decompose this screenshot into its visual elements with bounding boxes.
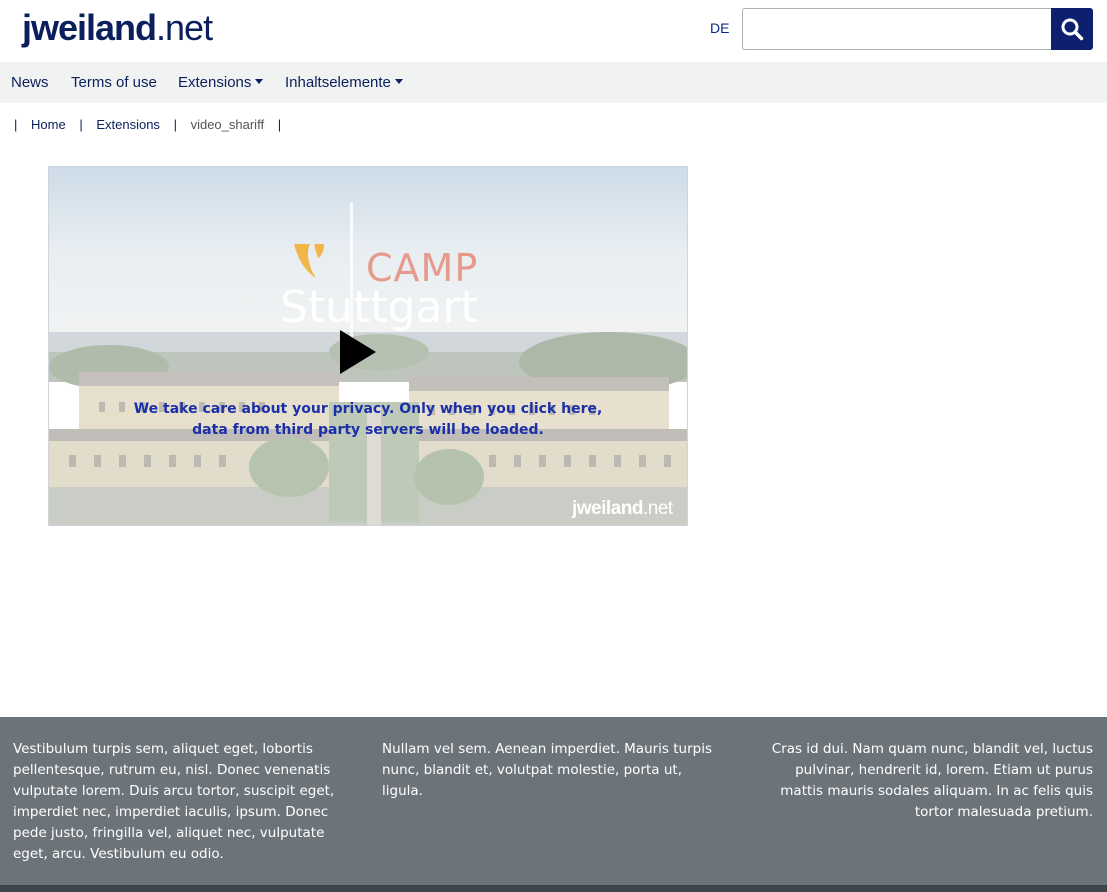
chevron-down-icon: [255, 79, 264, 84]
privacy-line-1: We take care about your privacy. Only wh…: [133, 401, 603, 417]
video-watermark: jweiland.net: [572, 498, 673, 520]
stuttgart-title: Stuttgart: [280, 282, 478, 333]
footer-column-3: Cras id dui. Nam quam nunc, blandit vel,…: [771, 741, 1093, 820]
play-icon[interactable]: [338, 328, 378, 376]
nav-item-label: News: [11, 74, 49, 91]
breadcrumb-extensions[interactable]: Extensions: [96, 117, 160, 132]
watermark-main: jweiland: [572, 498, 643, 519]
logo-main: jweiland: [22, 7, 157, 48]
privacy-line-2: data from third party servers will be lo…: [192, 422, 544, 438]
search-button[interactable]: [1051, 8, 1093, 50]
breadcrumb-separator: |: [14, 117, 18, 132]
breadcrumb-separator: |: [173, 117, 177, 132]
nav-item-label: Extensions: [178, 74, 252, 91]
nav-item-inhaltselemente[interactable]: Inhaltselemente: [285, 74, 403, 91]
site-logo[interactable]: jweiland.net: [22, 6, 213, 50]
search-icon: [1061, 18, 1084, 41]
typo3-logo-icon: [294, 244, 324, 278]
footer-bottom-bar: [0, 885, 1107, 892]
breadcrumb: | Home | Extensions | video_shariff |: [14, 117, 291, 132]
nav-item-news[interactable]: News: [11, 74, 49, 91]
main-navigation: News Terms of use Extensions Inhaltselem…: [0, 62, 1107, 103]
privacy-notice[interactable]: We take care about your privacy. Only wh…: [48, 399, 688, 441]
chevron-down-icon: [394, 79, 403, 84]
nav-item-label: Inhaltselemente: [285, 74, 391, 91]
site-header: jweiland.net DE: [0, 0, 1107, 62]
breadcrumb-separator: |: [277, 117, 282, 132]
footer-column-1: Vestibulum turpis sem, aliquet eget, lob…: [13, 741, 335, 862]
footer-column-2: Nullam vel sem. Aenean imperdiet. Mauris…: [382, 741, 713, 799]
breadcrumb-home[interactable]: Home: [31, 117, 66, 132]
logo-tld: .net: [156, 7, 213, 48]
breadcrumb-separator: |: [79, 117, 83, 132]
nav-item-terms-of-use[interactable]: Terms of use: [71, 74, 157, 91]
nav-item-label: Terms of use: [71, 74, 157, 91]
language-switch-de[interactable]: DE: [710, 20, 729, 36]
watermark-tld: .net: [642, 498, 673, 519]
nav-item-extensions[interactable]: Extensions: [178, 74, 264, 91]
search-input[interactable]: [742, 8, 1052, 50]
breadcrumb-current: video_shariff: [190, 117, 265, 132]
site-footer: Vestibulum turpis sem, aliquet eget, lob…: [0, 717, 1107, 892]
